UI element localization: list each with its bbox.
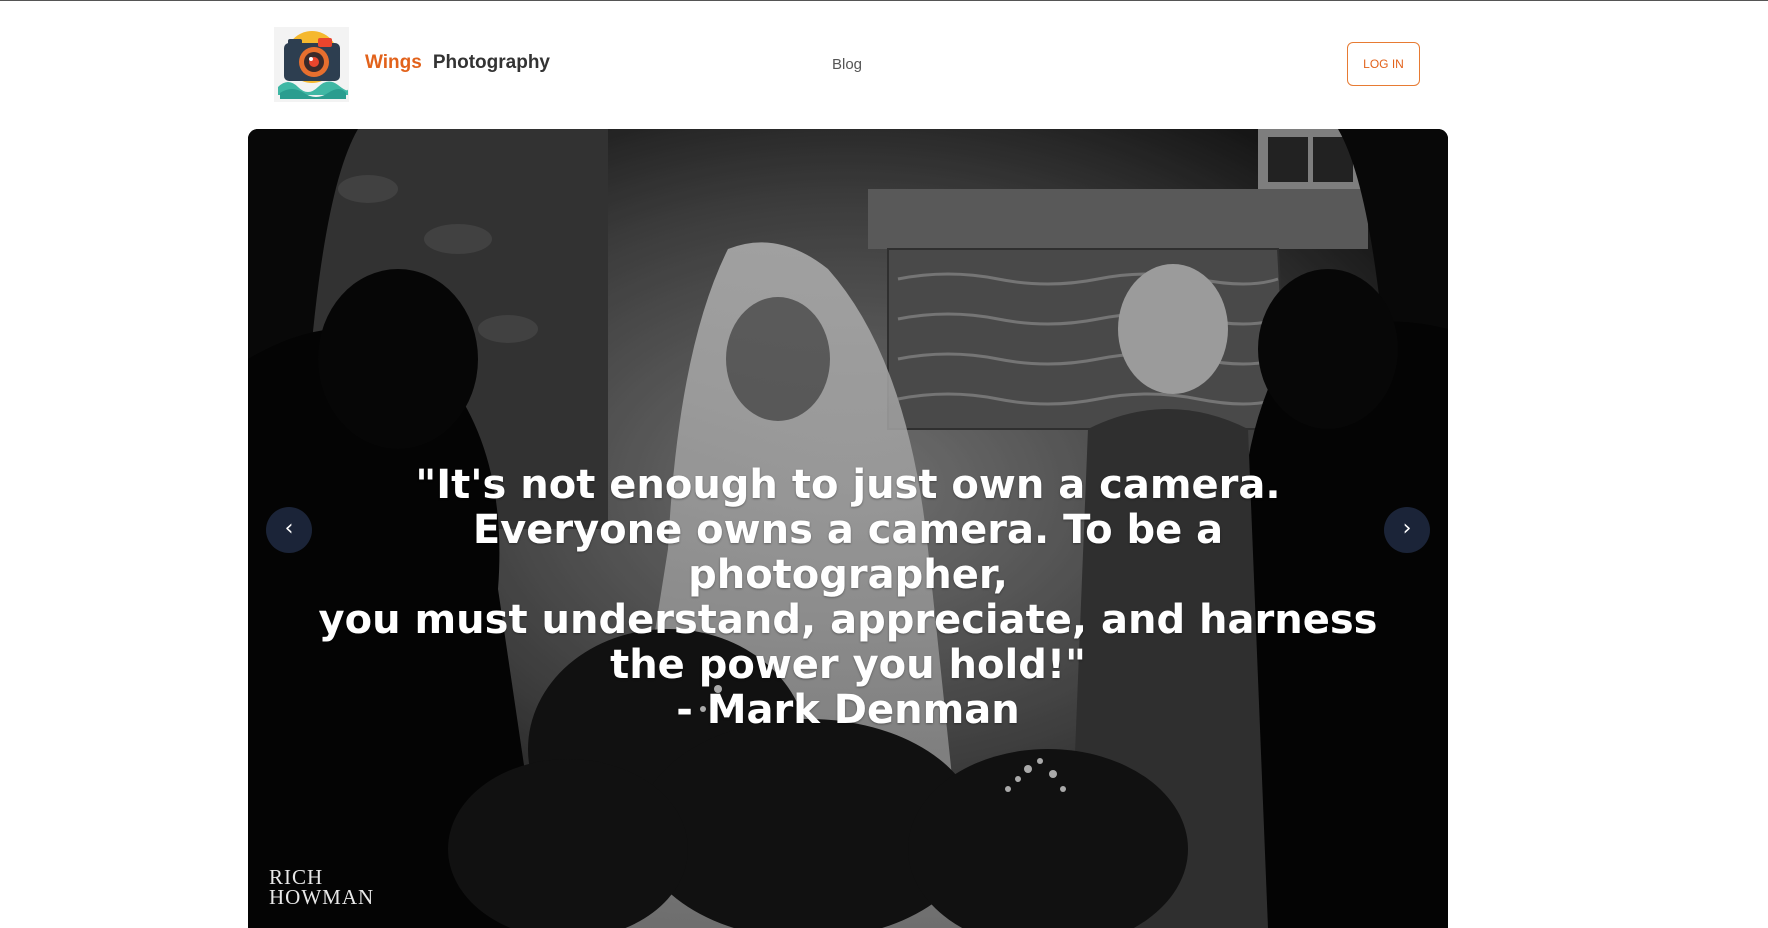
quote-author: - Mark Denman <box>676 687 1020 733</box>
watermark-line-2: HOWMAN <box>269 885 375 909</box>
chevron-right-icon: › <box>1402 516 1412 541</box>
site-header: Wings Photography Blog LOG IN <box>0 0 1768 115</box>
hero-quote: "It's not enough to just own a camera. E… <box>308 418 1388 778</box>
nav-link-blog[interactable]: Blog <box>832 56 862 73</box>
quote-text: "It's not enough to just own a camera. E… <box>318 462 1378 688</box>
carousel-prev-button[interactable]: ‹ <box>266 507 312 553</box>
watermark-line-1: RICH <box>269 865 324 889</box>
camera-logo-icon[interactable] <box>274 27 349 102</box>
hero-carousel: "It's not enough to just own a camera. E… <box>248 129 1448 928</box>
brand-name[interactable]: Wings Photography <box>365 52 550 74</box>
login-button[interactable]: LOG IN <box>1347 42 1420 86</box>
carousel-next-button[interactable]: › <box>1384 507 1430 553</box>
brand-secondary: Photography <box>432 52 550 73</box>
brand-primary: Wings <box>365 52 422 73</box>
photographer-watermark: RICH HOWMAN <box>269 865 375 909</box>
chevron-left-icon: ‹ <box>284 516 294 541</box>
